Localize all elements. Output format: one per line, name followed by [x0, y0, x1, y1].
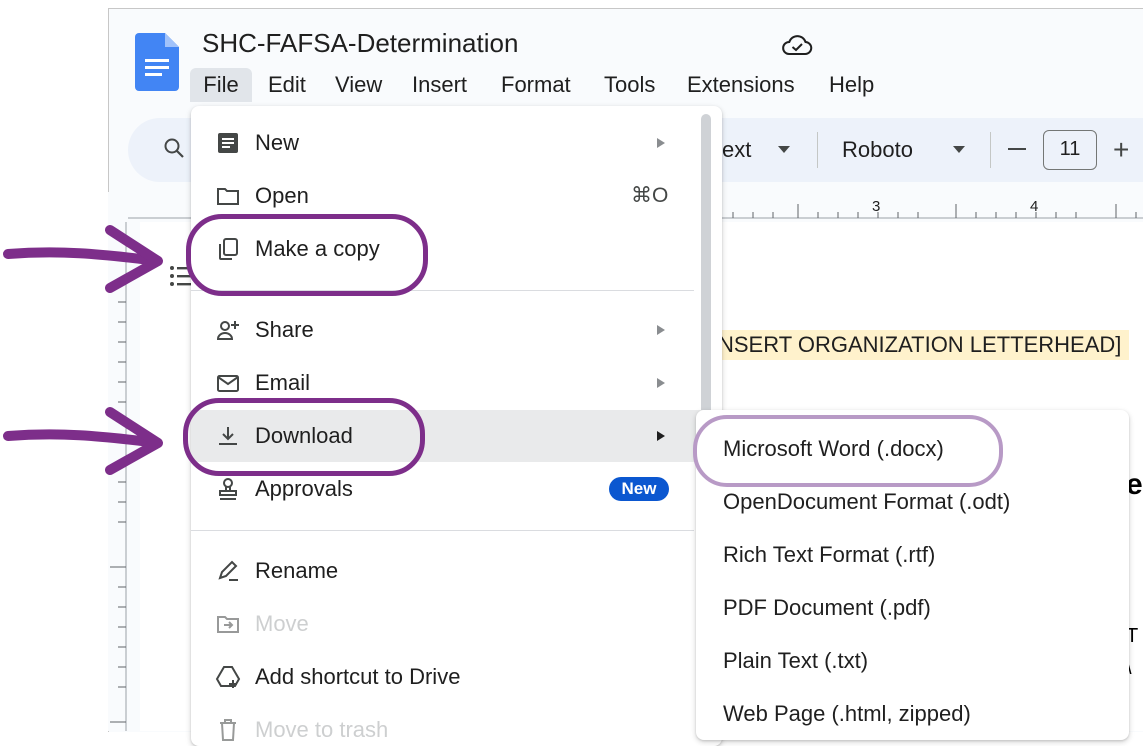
menu-item-label: New	[255, 130, 300, 155]
docx-highlight-ring	[693, 415, 1003, 487]
annotation-arrow-icon	[3, 225, 163, 293]
chevron-down-icon[interactable]	[953, 146, 965, 153]
menu-item-label: Move	[255, 611, 309, 636]
font-select[interactable]: Roboto	[842, 137, 913, 163]
move-folder-icon	[217, 616, 239, 633]
cloud-check-icon[interactable]	[781, 33, 813, 57]
menu-item-move[interactable]: Move	[191, 598, 722, 650]
keyboard-shortcut: ⌘O	[631, 184, 669, 207]
approvals-icon	[219, 478, 237, 500]
menu-extensions[interactable]: Extensions	[687, 68, 795, 102]
toolbar-divider	[817, 132, 818, 168]
rename-icon	[218, 560, 238, 581]
ruler-label-4: 4	[1030, 198, 1038, 215]
menu-item-label: Rename	[255, 558, 339, 583]
menu-item-move-to-trash[interactable]: Move to trash	[191, 704, 722, 746]
menu-insert[interactable]: Insert	[412, 68, 467, 102]
submenu-arrow-icon	[657, 138, 665, 148]
menu-format[interactable]: Format	[501, 68, 571, 102]
decrease-font-size-button[interactable]	[1008, 148, 1026, 150]
menu-tools[interactable]: Tools	[604, 68, 655, 102]
menu-item-label: Move to trash	[255, 717, 389, 742]
submenu-arrow-icon	[657, 378, 665, 388]
paragraph-style-select[interactable]: ext	[722, 137, 751, 163]
submenu-arrow-icon	[657, 325, 665, 335]
share-person-icon	[216, 321, 239, 340]
chevron-down-icon[interactable]	[778, 146, 790, 153]
letterhead-placeholder-text[interactable]: NSERT ORGANIZATION LETTERHEAD]	[718, 330, 1130, 360]
google-docs-icon[interactable]	[135, 33, 179, 91]
make-a-copy-highlight-ring	[186, 214, 428, 296]
menu-item-rename[interactable]: Rename	[191, 545, 722, 597]
download-highlight-ring	[183, 398, 425, 476]
download-html-option[interactable]: Web Page (.html, zipped)	[723, 688, 971, 740]
menu-item-share[interactable]: Share	[191, 304, 722, 356]
toolbar-divider	[990, 132, 991, 168]
trash-icon	[220, 719, 236, 741]
menu-item-label: Share	[255, 317, 314, 342]
menu-help[interactable]: Help	[829, 68, 874, 102]
increase-font-size-button[interactable]: +	[1113, 136, 1129, 164]
menu-item-new[interactable]: New	[191, 117, 722, 169]
search-menus-icon[interactable]	[162, 136, 186, 160]
annotation-arrow-icon	[3, 407, 163, 475]
folder-icon	[217, 188, 239, 205]
email-icon	[217, 375, 239, 392]
drive-shortcut-icon	[215, 666, 241, 688]
download-rtf-option[interactable]: Rich Text Format (.rtf)	[723, 529, 935, 581]
menu-edit[interactable]: Edit	[268, 68, 306, 102]
menu-file[interactable]: File	[190, 68, 252, 102]
menu-item-add-shortcut[interactable]: Add shortcut to Drive	[191, 651, 722, 703]
document-title[interactable]: SHC-FAFSA-Determination	[202, 28, 518, 59]
ruler-label-3: 3	[872, 198, 880, 215]
submenu-arrow-icon	[657, 431, 665, 441]
menu-divider	[191, 530, 694, 531]
new-badge: New	[609, 477, 669, 501]
menu-view[interactable]: View	[335, 68, 382, 102]
menu-item-label: Add shortcut to Drive	[255, 664, 461, 689]
download-txt-option[interactable]: Plain Text (.txt)	[723, 635, 868, 687]
download-pdf-option[interactable]: PDF Document (.pdf)	[723, 582, 931, 634]
font-size-input[interactable]: 11	[1043, 130, 1097, 170]
new-document-icon	[218, 133, 238, 153]
